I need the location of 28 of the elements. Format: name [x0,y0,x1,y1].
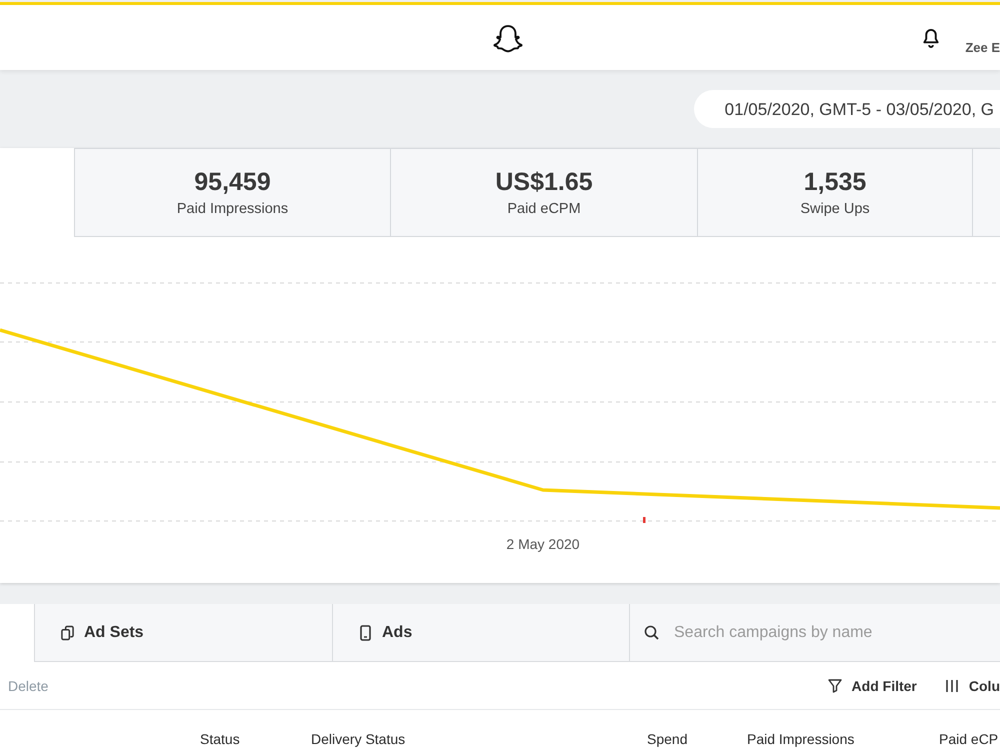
columns-button[interactable]: Colu [944,678,1000,694]
columns-icon [944,678,959,692]
stat-label: Swipe Ups [800,200,870,218]
column-header[interactable]: Paid Impressions [747,731,939,750]
stat-label: Paid Impressions [176,200,288,218]
search-icon [644,625,659,640]
search-input[interactable]: Search campaigns by name [674,622,974,644]
stacked-pages-icon [61,624,74,640]
column-header[interactable]: Delivery Status [311,731,647,750]
tab[interactable]: Ads [332,604,629,662]
ghost-logo-icon[interactable] [493,24,523,54]
tab[interactable]: Ad Sets [34,604,332,662]
tick-mark [643,517,646,523]
funnel-icon [828,678,842,692]
axis-label: 2 May 2020 [506,536,580,552]
stat-value: 1,535 [804,168,866,196]
search-bar[interactable]: Search campaigns by name [629,604,1000,662]
notification-bell-icon[interactable] [921,28,942,48]
stat-value: US$1.65 [495,168,593,196]
add-filter-button[interactable]: Add Filter [828,678,917,694]
user-name[interactable]: Zee E [965,20,1000,55]
date-range-picker[interactable]: 01/05/2020, GMT-5 - 03/05/2020, G [694,90,1000,128]
stat-value: 95,459 [194,168,271,196]
stat-label: Paid eCPM [507,200,581,218]
phone-icon [359,624,372,640]
column-header[interactable]: Paid eCP [939,731,998,750]
column-header[interactable]: Status [200,731,311,750]
column-header[interactable]: Spend [647,731,747,750]
